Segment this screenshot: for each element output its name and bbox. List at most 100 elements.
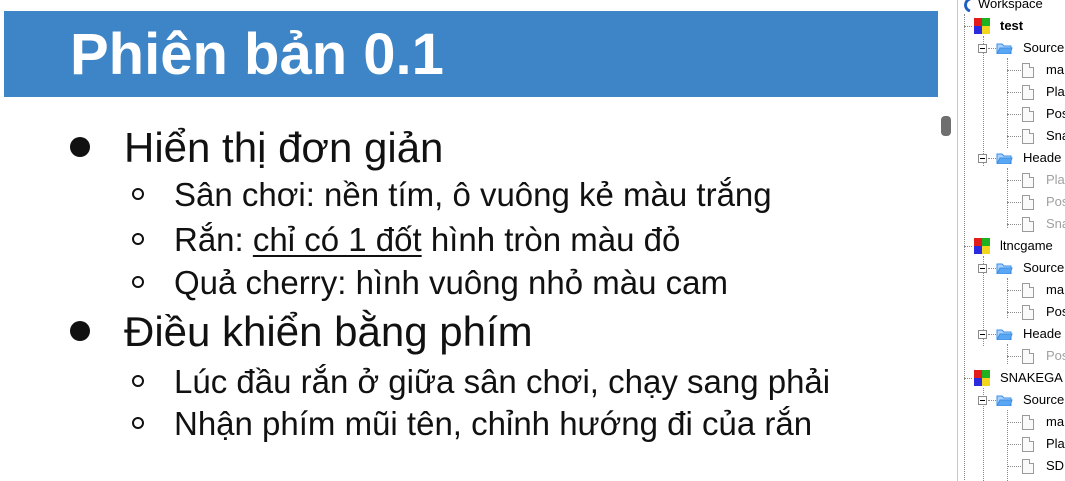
project-icon-quadrant (982, 238, 990, 246)
file-icon (1022, 305, 1034, 320)
tree-guide-line (1007, 202, 1021, 203)
project-icon-quadrant (974, 378, 982, 386)
project-icon-quadrant (974, 246, 982, 254)
tree-folder-row[interactable]: Source (958, 38, 1065, 58)
tree-file-label: ma (1046, 414, 1065, 429)
tree-file-row[interactable]: Pla (958, 170, 1065, 190)
tree-guide-line (1007, 92, 1021, 93)
project-icon-quadrant (982, 18, 990, 26)
file-icon (1022, 63, 1034, 78)
folder-icon (996, 43, 1013, 54)
slide-area: Phiên bản 0.1 Hiển thị đơn giản Sân chơi… (0, 0, 958, 481)
tree-guide-line (964, 26, 972, 27)
tree-file-row[interactable]: Pla (958, 82, 1065, 102)
slide-title: Phiên bản 0.1 (70, 22, 444, 87)
tree-project-row[interactable]: test (958, 16, 1065, 36)
collapse-toggle-icon[interactable] (978, 330, 987, 339)
tree-file-row[interactable]: Pos (958, 192, 1065, 212)
tree-guide-line (988, 48, 996, 49)
tree-file-row[interactable]: Pla (958, 434, 1065, 454)
tree-folder-label: Heade (1023, 326, 1062, 341)
project-tree: Workspace test Source ma Pla Pos Sna Heade Pla P… (958, 0, 1065, 481)
bullet-text-underlined: chỉ có 1 đốt (252, 221, 422, 258)
slide-title-bar: Phiên bản 0.1 (4, 11, 938, 97)
folder-icon-front (996, 267, 1013, 274)
tree-file-row[interactable]: ma (958, 412, 1065, 432)
tree-guide-line (964, 246, 972, 247)
project-icon-quadrant (982, 378, 990, 386)
tree-file-row[interactable]: Pos (958, 302, 1065, 322)
tree-file-label: Pos (1046, 304, 1065, 319)
bullet-text: Hiển thị đơn giản (124, 124, 444, 171)
tree-guide-line (1007, 356, 1021, 357)
tree-project-label: ltncgame (1000, 238, 1053, 253)
bullet-level2: Sân chơi: nền tím, ô vuông kẻ màu trắng (132, 175, 772, 215)
file-icon (1022, 173, 1034, 188)
tree-folder-row[interactable]: Source (958, 258, 1065, 278)
folder-icon-front (996, 333, 1013, 340)
bullet-text: Quả cherry: hình vuông nhỏ màu cam (174, 264, 728, 301)
tree-guide-line (1007, 466, 1021, 467)
tree-file-row[interactable]: SD (958, 456, 1065, 476)
file-icon (1022, 85, 1034, 100)
tree-guide-line (988, 400, 996, 401)
tree-guide-line (1007, 312, 1021, 313)
project-icon-quadrant (982, 246, 990, 254)
tree-file-row[interactable]: Sna (958, 126, 1065, 146)
tree-guide-line (1007, 136, 1021, 137)
bullet-text: Điều khiển bằng phím (124, 308, 533, 355)
tree-guide-line (1007, 224, 1021, 225)
file-icon (1022, 283, 1034, 298)
tree-guide-line (1007, 422, 1021, 423)
bullet-ring-icon (132, 375, 144, 388)
project-icon-quadrant (982, 26, 990, 34)
tree-folder-label: Source (1023, 392, 1065, 407)
tree-file-label: SD (1046, 458, 1065, 473)
bullet-text: Lúc đầu rắn ở giữa sân chơi, chạy sang p… (174, 363, 831, 400)
tree-guide-line (988, 268, 996, 269)
tree-folder-row[interactable]: Source (958, 390, 1065, 410)
file-icon (1022, 129, 1034, 144)
tree-file-row[interactable]: Pos (958, 104, 1065, 124)
bullet-ring-icon (132, 188, 144, 201)
tree-file-row[interactable]: ma (958, 60, 1065, 80)
tree-file-row[interactable]: Pos (958, 346, 1065, 366)
tree-guide-line (964, 378, 972, 379)
bullet-level2: Lúc đầu rắn ở giữa sân chơi, chạy sang p… (132, 362, 830, 402)
tree-folder-row[interactable]: Heade (958, 148, 1065, 168)
folder-icon-front (996, 47, 1013, 54)
project-icon-quadrant (974, 370, 982, 378)
bullet-ring-icon (132, 276, 144, 289)
project-icon (974, 18, 990, 34)
tree-file-row[interactable]: ma (958, 280, 1065, 300)
bullet-dot-icon (70, 320, 90, 341)
bullet-dot-icon (70, 136, 90, 157)
tree-folder-row[interactable]: Heade (958, 324, 1065, 344)
collapse-toggle-icon[interactable] (978, 264, 987, 273)
tree-folder-label: Heade (1023, 150, 1062, 165)
file-icon (1022, 415, 1034, 430)
project-icon (974, 238, 990, 254)
tree-guide-line (1007, 290, 1021, 291)
collapse-toggle-icon[interactable] (978, 44, 987, 53)
collapse-toggle-icon[interactable] (978, 154, 987, 163)
tree-file-row[interactable]: Sna (958, 214, 1065, 234)
tree-file-label: Pos (1046, 106, 1065, 121)
file-icon (1022, 107, 1034, 122)
file-icon (1022, 217, 1034, 232)
tree-project-row[interactable]: SNAKEGA (958, 368, 1065, 388)
bullet-level2: Nhận phím mũi tên, chỉnh hướng đi của rắ… (132, 404, 812, 444)
project-icon (974, 370, 990, 386)
tree-guide-line (988, 334, 996, 335)
vertical-scrollbar-thumb[interactable] (941, 116, 951, 136)
folder-icon-front (996, 399, 1013, 406)
bullet-text-suffix: hình tròn màu đỏ (421, 221, 681, 258)
bullet-text: Sân chơi: nền tím, ô vuông kẻ màu trắng (174, 176, 772, 213)
tree-project-label: SNAKEGA (1000, 370, 1063, 385)
project-icon-quadrant (974, 18, 982, 26)
tree-project-row[interactable]: ltncgame (958, 236, 1065, 256)
file-icon (1022, 349, 1034, 364)
collapse-toggle-icon[interactable] (978, 396, 987, 405)
tree-file-label: Sna (1046, 128, 1065, 143)
tree-folder-label: Source (1023, 40, 1065, 55)
